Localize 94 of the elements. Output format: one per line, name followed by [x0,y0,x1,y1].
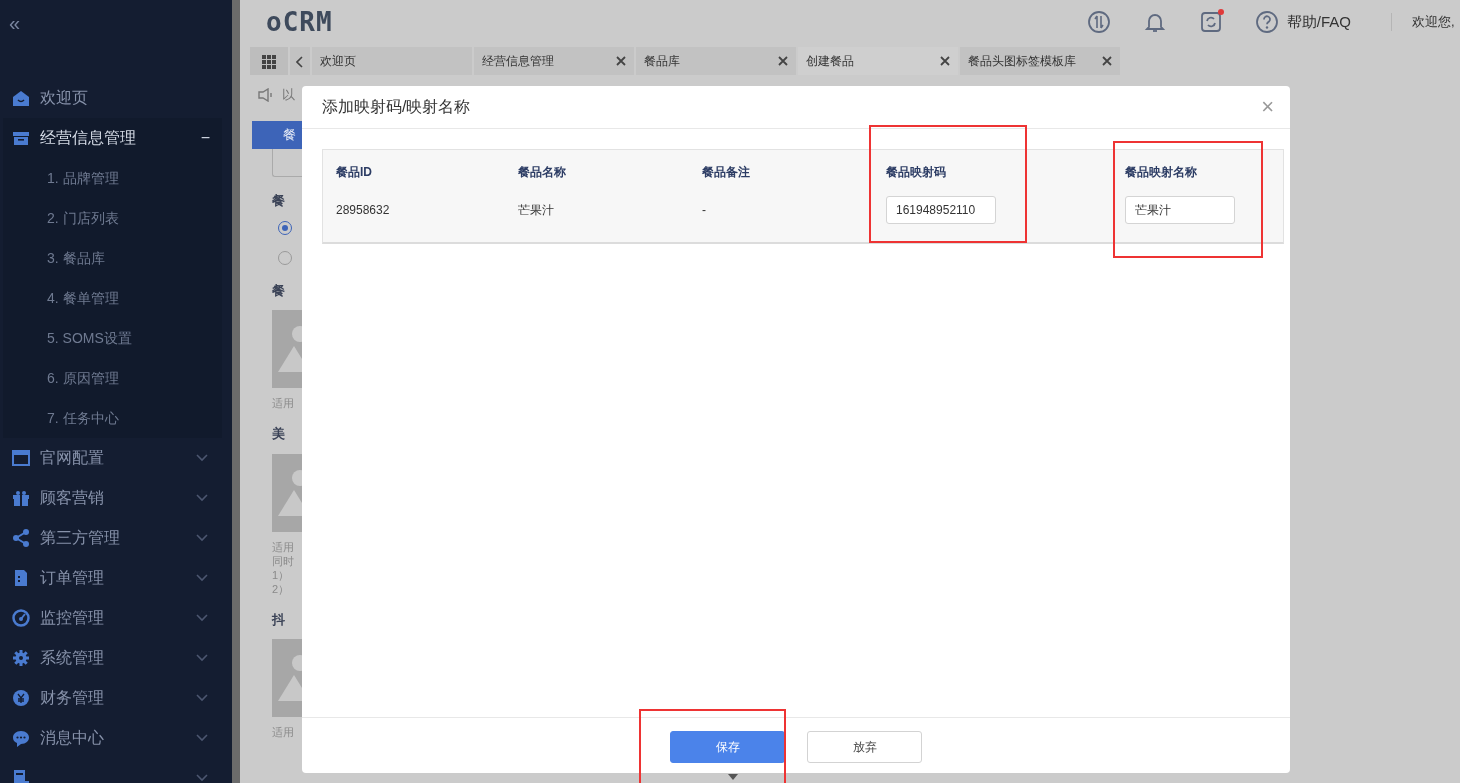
text-field[interactable]: 161948952110 [886,196,996,224]
chevron-left-icon[interactable] [290,47,310,75]
section-heading: 抖 [272,610,286,629]
column-header: 餐品ID [336,165,372,179]
close-icon[interactable] [616,56,626,66]
chevron-down-icon[interactable] [196,534,208,542]
tab-label: 创建餐品 [806,53,854,70]
menu-label: 消息中心 [40,728,105,748]
menu-label: 经营信息管理 [40,128,137,148]
menu-label: 财务管理 [40,688,105,708]
menu-label: 第三方管理 [40,528,121,548]
chevron-down-icon[interactable] [196,494,208,502]
tab-label: 餐品库 [644,53,680,70]
sidebar-item[interactable]: 消息中心 [0,718,232,758]
section-heading: 餐 [272,192,286,210]
tab[interactable]: 餐品头图标签模板库 [960,47,1120,75]
scrollbar[interactable] [232,0,240,783]
table-cell: 芒果汁 [518,203,554,217]
menu-icon [12,729,30,747]
tab[interactable]: 餐品库 [636,47,796,75]
table-cell: - [702,203,706,217]
menu-label: 系统管理 [40,648,105,668]
close-button[interactable]: × [1261,96,1274,118]
tab[interactable]: 经营信息管理 [474,47,634,75]
column-header: 餐品映射名称 [1125,165,1197,179]
chevron-down-icon[interactable] [196,574,208,582]
menu-icon [12,529,30,547]
submenu-item[interactable]: 6. 原因管理 [3,358,222,398]
menu-icon [12,449,30,467]
submenu-item[interactable]: 1. 品牌管理 [3,158,222,198]
submenu-item[interactable]: 5. SOMS设置 [3,318,222,358]
refresh-icon[interactable] [1198,10,1223,34]
logo: oCRM [266,5,333,39]
section-heading: 美 [272,425,286,443]
dialog-title: 添加映射码/映射名称 [322,97,471,117]
welcome-text: 欢迎您, [1412,13,1456,32]
chevron-down-icon[interactable] [196,454,208,462]
section-heading: 餐 [272,281,286,300]
close-icon[interactable] [940,56,950,66]
chevron-down-icon[interactable] [196,694,208,702]
tab-label: 经营信息管理 [482,53,554,70]
submenu-item[interactable]: 7. 任务中心 [3,398,222,438]
text-field[interactable]: 芒果汁 [1125,196,1235,224]
submenu-item[interactable]: 4. 餐单管理 [3,278,222,318]
table-cell: 28958632 [336,203,390,217]
column-header: 餐品备注 [702,165,750,179]
speaker-icon [258,88,274,102]
caption-text: 适用 [272,725,295,739]
chevron-down-icon[interactable] [196,774,208,782]
sidebar-item[interactable]: 第三方管理 [0,518,232,558]
help-icon[interactable] [1254,10,1279,34]
menu-icon [12,89,30,107]
menu-label: 监控管理 [40,608,105,628]
menu-icon [12,649,30,667]
sidebar-item[interactable]: 监控管理 [0,598,232,638]
grid-icon[interactable] [250,47,288,75]
close-icon[interactable] [778,56,788,66]
help-link[interactable]: 帮助/FAQ [1286,10,1351,34]
sidebar-item[interactable]: 订单管理 [0,558,232,598]
submenu-item[interactable]: 2. 门店列表 [3,198,222,238]
save-button[interactable]: 保存 [670,731,785,763]
sidebar-item[interactable]: 欢迎页 [0,78,232,118]
section-tab[interactable]: 餐 [252,121,302,149]
column-header: 餐品映射码 [886,165,946,179]
tab-label: 餐品头图标签模板库 [968,53,1076,70]
menu-icon [12,569,30,587]
menu-icon [12,609,30,627]
notice-text: 以 [282,86,295,105]
chevron-down-icon[interactable] [196,734,208,742]
collapse-icon[interactable]: « [0,0,232,44]
menu-label: 订单管理 [40,568,105,588]
sidebar-item[interactable]: 系统管理 [0,638,232,678]
sidebar-item[interactable]: 顾客营销 [0,478,232,518]
sidebar-item[interactable]: 经营信息管理 − [0,118,222,158]
submenu-item[interactable]: 3. 餐品库 [3,238,222,278]
menu-label: 欢迎页 [40,88,89,108]
tab[interactable]: 创建餐品 [798,47,958,75]
chevron-down-icon[interactable] [196,654,208,662]
menu-icon [12,489,30,507]
chevron-down-icon[interactable] [196,614,208,622]
tab[interactable]: 欢迎页 [312,47,472,75]
menu-icon [12,689,30,707]
cancel-button[interactable]: 放弃 [807,731,922,763]
tab-label: 欢迎页 [320,53,356,70]
sidebar-item[interactable]: 财务管理 [0,678,232,718]
caption-text: 适用 [272,396,295,410]
close-icon[interactable] [1102,56,1112,66]
menu-icon [12,129,30,147]
menu-label: 官网配置 [40,448,105,468]
column-header: 餐品名称 [518,165,566,179]
sidebar-item[interactable]: 官网配置 [0,438,232,478]
collapse-toggle[interactable]: − [200,126,210,150]
swap-icon[interactable] [1086,10,1111,34]
menu-label: 顾客营销 [40,488,105,508]
